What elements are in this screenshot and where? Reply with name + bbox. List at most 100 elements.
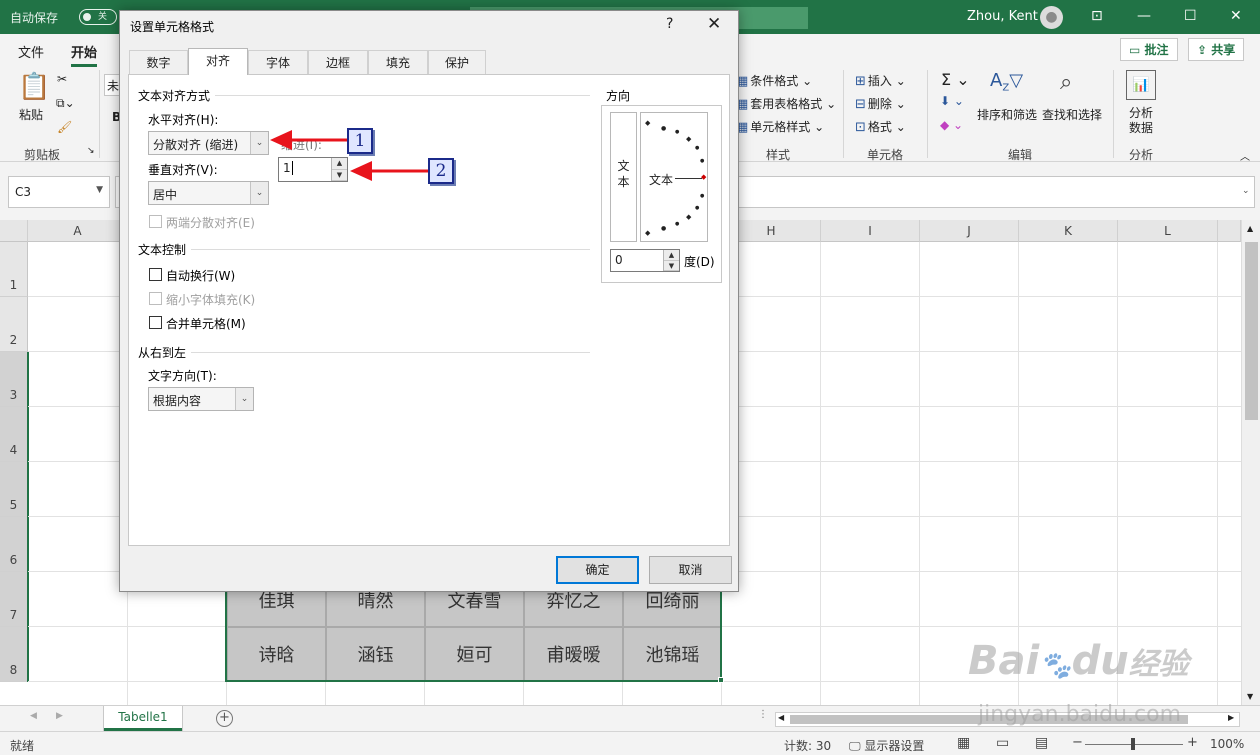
normal-view-icon[interactable]: ▦ <box>957 735 970 751</box>
scroll-down-icon[interactable]: ▼ <box>1247 692 1253 701</box>
sheet-tab-tabelle1[interactable]: Tabelle1 <box>104 706 182 731</box>
row-header-2[interactable]: 2 <box>0 297 28 352</box>
merge-cells-checkbox[interactable] <box>149 316 162 329</box>
cancel-button[interactable]: 取消 <box>649 556 732 584</box>
spin-down-icon[interactable]: ▼ <box>332 169 347 181</box>
avatar[interactable]: ● <box>1040 6 1063 29</box>
zoom-in-icon[interactable]: + <box>1187 735 1198 750</box>
text-direction-select[interactable]: 根据内容 ⌄ <box>148 387 254 411</box>
table-format-button[interactable]: ▦ 套用表格格式 ⌄ <box>736 95 836 112</box>
analyze-data-button-line2: 数据 <box>1129 121 1154 135</box>
fill-icon[interactable]: ⬇ ⌄ <box>940 94 964 108</box>
status-ready: 就绪 <box>10 739 35 753</box>
spin-up-icon[interactable]: ▲ <box>664 250 679 261</box>
page-break-icon[interactable]: ▤ <box>1035 735 1048 751</box>
vertical-scrollbar[interactable]: ▲ ▼ <box>1241 220 1260 705</box>
find-select-button[interactable]: 查找和选择 <box>1042 106 1102 123</box>
shrink-to-fit-checkbox[interactable] <box>149 292 162 305</box>
row-header-7[interactable]: 7 <box>0 572 28 627</box>
watermark-brand: Bai🐾du经验 <box>968 638 1189 684</box>
expand-formula-icon[interactable]: ⌄ <box>1242 186 1250 196</box>
degrees-spinner[interactable]: 0 ▲ ▼ <box>610 249 680 272</box>
tab-alignment[interactable]: 对齐 <box>188 48 248 75</box>
ok-button[interactable]: 确定 <box>556 556 639 584</box>
column-header-a[interactable]: A <box>28 220 128 242</box>
column-header-i[interactable]: I <box>821 220 920 242</box>
chevron-down-icon[interactable]: ⌄ <box>235 388 253 410</box>
clipboard-launcher-icon[interactable]: ↘ <box>87 146 95 156</box>
paste-icon[interactable]: 📋 <box>18 72 50 102</box>
column-header-k[interactable]: K <box>1019 220 1118 242</box>
chevron-down-icon[interactable]: ▼ <box>96 185 103 195</box>
zoom-slider-thumb[interactable] <box>1131 738 1135 750</box>
share-button[interactable]: ⇪ 共享 <box>1188 38 1245 61</box>
row-header-4[interactable]: 4 <box>0 407 28 462</box>
help-button[interactable]: ? <box>666 16 673 32</box>
scroll-thumb[interactable] <box>1245 242 1258 420</box>
name-box[interactable]: C3 ▼ <box>8 176 110 208</box>
column-header-j[interactable]: J <box>920 220 1019 242</box>
zoom-out-icon[interactable]: − <box>1072 735 1083 750</box>
collapse-ribbon-icon[interactable]: ︿ <box>1240 148 1250 163</box>
display-settings-button[interactable]: 🖵 显示器设置 <box>849 737 924 754</box>
add-sheet-icon[interactable]: + <box>216 710 233 727</box>
row-header-8[interactable]: 8 <box>0 627 28 682</box>
row-header-6[interactable]: 6 <box>0 517 28 572</box>
indent-label: 缩进(I): <box>281 138 322 152</box>
find-select-icon: ⌕ <box>1060 70 1073 95</box>
spin-down-icon[interactable]: ▼ <box>664 260 679 271</box>
autosave-toggle[interactable]: 关 <box>79 9 117 25</box>
clear-icon[interactable]: ◆ ⌄ <box>940 118 963 132</box>
sort-filter-button[interactable]: 排序和筛选 <box>977 106 1037 123</box>
minimize-icon[interactable]: — <box>1137 8 1151 24</box>
scroll-up-icon[interactable]: ▲ <box>1247 224 1253 233</box>
row-header-3[interactable]: 3 <box>0 352 28 407</box>
column-header-l[interactable]: L <box>1118 220 1218 242</box>
tab-fill[interactable]: 填充 <box>368 50 428 75</box>
autosum-icon[interactable]: Σ ⌄ <box>941 70 970 89</box>
orientation-dial[interactable]: ◆ ● ● ◆ ● ● 文本 ◆ ● ● ◆ ● ● ◆ <box>640 112 708 242</box>
delete-button[interactable]: ⊟ 删除 ⌄ <box>855 95 906 112</box>
vertical-align-select[interactable]: 居中 ⌄ <box>148 181 269 205</box>
copy-icon[interactable]: ⧉⌄ <box>56 96 75 111</box>
cell-styles-button[interactable]: ▦ 单元格样式 ⌄ <box>736 118 824 135</box>
shrink-to-fit-label: 缩小字体填充(K) <box>166 293 256 307</box>
wrap-text-checkbox[interactable] <box>149 268 162 281</box>
fill-handle[interactable] <box>718 677 724 683</box>
tab-protection[interactable]: 保护 <box>428 50 486 75</box>
prev-sheet-icon[interactable]: ◀ <box>30 711 37 721</box>
horizontal-align-select[interactable]: 分散对齐 (缩进) ⌄ <box>148 131 269 155</box>
insert-button[interactable]: ⊞ 插入 ⌄ <box>855 72 906 89</box>
vertical-text-button[interactable]: 文 本 <box>610 112 637 242</box>
select-all-corner[interactable] <box>0 220 28 242</box>
row-header-5[interactable]: 5 <box>0 462 28 517</box>
scroll-left-icon[interactable]: ◀ <box>778 713 784 722</box>
next-sheet-icon[interactable]: ▶ <box>56 711 63 721</box>
tab-font[interactable]: 字体 <box>248 50 308 75</box>
ribbon-display-icon[interactable]: ⊡ <box>1091 8 1103 24</box>
maximize-icon[interactable]: ☐ <box>1184 8 1197 24</box>
conditional-format-button[interactable]: ▦ 条件格式 ⌄ <box>736 72 812 89</box>
scroll-right-icon[interactable]: ▶ <box>1228 713 1234 722</box>
page-layout-icon[interactable]: ▭ <box>996 735 1009 751</box>
tab-file[interactable]: 文件 <box>18 42 44 61</box>
cut-icon[interactable]: ✂ <box>57 72 67 86</box>
tab-split-handle[interactable]: ⋮ <box>758 709 768 720</box>
paste-button[interactable]: 粘贴 <box>19 106 43 123</box>
comment-button[interactable]: ▭ 批注 <box>1120 38 1178 61</box>
analyze-data-icon[interactable]: 📊 <box>1126 70 1156 100</box>
format-painter-icon[interactable]: 🖌 <box>57 120 72 134</box>
close-icon[interactable]: ✕ <box>707 14 721 34</box>
tab-border[interactable]: 边框 <box>308 50 368 75</box>
format-button[interactable]: ⊡ 格式 ⌄ <box>855 118 906 135</box>
zoom-level[interactable]: 100% <box>1210 737 1244 751</box>
chevron-down-icon[interactable]: ⌄ <box>250 132 268 154</box>
spin-up-icon[interactable]: ▲ <box>332 158 347 170</box>
chevron-down-icon[interactable]: ⌄ <box>250 182 268 204</box>
justify-distributed-checkbox[interactable] <box>149 215 162 228</box>
tab-number[interactable]: 数字 <box>129 50 188 75</box>
tab-home[interactable]: 开始 <box>71 42 98 67</box>
row-header-1[interactable]: 1 <box>0 242 28 297</box>
indent-spinner[interactable]: 1 ▲ ▼ <box>278 157 348 182</box>
close-window-icon[interactable]: ✕ <box>1230 8 1242 24</box>
